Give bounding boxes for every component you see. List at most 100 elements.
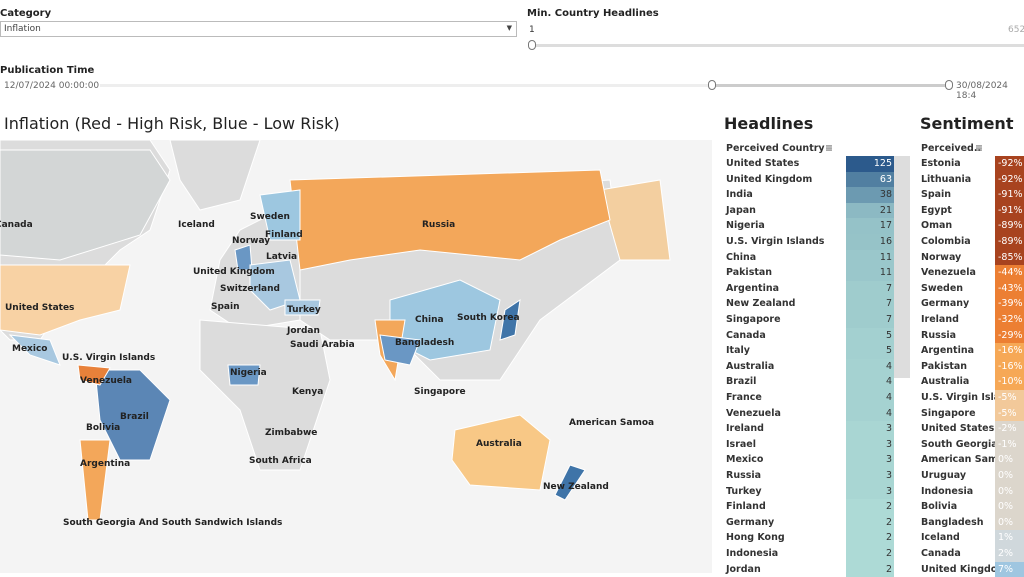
headlines-row-count[interactable]: 3 xyxy=(846,468,894,484)
headlines-row-country[interactable]: Germany xyxy=(726,515,774,531)
sentiment-row-country[interactable]: Egypt xyxy=(921,203,952,219)
headlines-row-count[interactable]: 5 xyxy=(846,327,894,344)
sentiment-column-header[interactable]: Perceived.. xyxy=(921,143,981,154)
headlines-row-count[interactable]: 2 xyxy=(846,514,894,531)
sentiment-row-country[interactable]: United States xyxy=(921,421,994,437)
headlines-row-count[interactable]: 3 xyxy=(846,421,894,437)
sort-icon[interactable]: ≡ xyxy=(975,143,983,154)
headlines-row-country[interactable]: Australia xyxy=(726,359,774,375)
headlines-row-count[interactable]: 17 xyxy=(846,218,894,234)
headlines-row-country[interactable]: United States xyxy=(726,156,799,172)
sentiment-row-value[interactable]: 1% xyxy=(995,530,1024,546)
sentiment-row-value[interactable]: -2% xyxy=(995,421,1024,437)
headlines-row-country[interactable]: Venezuela xyxy=(726,406,781,422)
headlines-row-count[interactable]: 7 xyxy=(846,312,894,328)
headlines-row-count[interactable]: 4 xyxy=(846,390,894,406)
sentiment-row-country[interactable]: Estonia xyxy=(921,156,961,172)
sentiment-row-country[interactable]: Ireland xyxy=(921,312,959,328)
headlines-row-country[interactable]: Jordan xyxy=(726,562,761,577)
scrollbar[interactable] xyxy=(893,156,910,378)
sentiment-row-country[interactable]: Colombia xyxy=(921,234,971,250)
sentiment-row-value[interactable]: -92% xyxy=(995,156,1024,172)
headlines-row-count[interactable]: 3 xyxy=(846,436,894,453)
sentiment-row-value[interactable]: 0% xyxy=(995,452,1024,468)
headlines-row-count[interactable]: 16 xyxy=(846,234,894,250)
headlines-row-count[interactable]: 2 xyxy=(846,530,894,546)
sentiment-row-country[interactable]: Australia xyxy=(921,374,969,390)
headlines-row-count[interactable]: 3 xyxy=(846,452,894,468)
headlines-row-country[interactable]: Argentina xyxy=(726,281,779,297)
headlines-row-country[interactable]: Singapore xyxy=(726,312,781,328)
sentiment-row-value[interactable]: -16% xyxy=(995,358,1024,375)
sentiment-row-country[interactable]: Germany xyxy=(921,296,969,312)
sentiment-row-country[interactable]: Iceland xyxy=(921,530,960,546)
headlines-row-country[interactable]: Israel xyxy=(726,437,756,453)
sentiment-row-country[interactable]: Indonesia xyxy=(921,484,973,500)
sentiment-row-value[interactable]: 0% xyxy=(995,514,1024,531)
sentiment-row-value[interactable]: -16% xyxy=(995,343,1024,359)
sentiment-row-value[interactable]: -10% xyxy=(995,374,1024,390)
headlines-row-country[interactable]: Brazil xyxy=(726,374,756,390)
headlines-row-country[interactable]: Japan xyxy=(726,203,756,219)
sentiment-row-country[interactable]: Norway xyxy=(921,250,961,266)
headlines-row-count[interactable]: 11 xyxy=(846,249,894,266)
headlines-row-country[interactable]: Mexico xyxy=(726,452,763,468)
headlines-row-count[interactable]: 63 xyxy=(846,171,894,188)
headlines-row-country[interactable]: France xyxy=(726,390,762,406)
sentiment-row-country[interactable]: Pakistan xyxy=(921,359,967,375)
headlines-row-count[interactable]: 21 xyxy=(846,202,894,219)
sort-icon[interactable]: ≡ xyxy=(825,143,833,154)
sentiment-row-country[interactable]: Argentina xyxy=(921,343,974,359)
sentiment-row-value[interactable]: -5% xyxy=(995,405,1024,422)
sentiment-row-country[interactable]: Venezuela xyxy=(921,265,976,281)
sentiment-row-country[interactable]: Russia xyxy=(921,328,956,344)
sentiment-row-value[interactable]: -44% xyxy=(995,265,1024,281)
sentiment-row-value[interactable]: 2% xyxy=(995,546,1024,562)
headlines-row-country[interactable]: U.S. Virgin Islands xyxy=(726,234,824,250)
headlines-row-count[interactable]: 2 xyxy=(846,561,894,577)
sentiment-row-value[interactable]: -91% xyxy=(995,187,1024,203)
headlines-row-country[interactable]: India xyxy=(726,187,753,203)
sentiment-row-value[interactable]: 0% xyxy=(995,483,1024,500)
headlines-row-country[interactable]: Finland xyxy=(726,499,766,515)
headlines-row-country[interactable]: Nigeria xyxy=(726,218,765,234)
category-dropdown[interactable]: Inflation ▼ xyxy=(0,21,517,37)
sentiment-row-value[interactable]: 7% xyxy=(995,561,1024,577)
sentiment-row-country[interactable]: Canada xyxy=(921,546,961,562)
sentiment-row-value[interactable]: -5% xyxy=(995,390,1024,406)
world-map[interactable]: Canada Iceland Sweden FinlandNorway Russia Un… xyxy=(0,140,712,573)
sentiment-row-value[interactable]: -39% xyxy=(995,296,1024,312)
headlines-row-country[interactable]: Turkey xyxy=(726,484,762,500)
publication-start-handle[interactable] xyxy=(708,80,716,90)
headlines-row-country[interactable]: Italy xyxy=(726,343,750,359)
headlines-row-count[interactable]: 7 xyxy=(846,280,894,297)
headlines-row-country[interactable]: New Zealand xyxy=(726,296,795,312)
sentiment-row-value[interactable]: -85% xyxy=(995,249,1024,266)
sentiment-row-value[interactable]: -32% xyxy=(995,312,1024,328)
sentiment-row-value[interactable]: -89% xyxy=(995,234,1024,250)
headlines-row-country[interactable]: China xyxy=(726,250,756,266)
headlines-row-count[interactable]: 4 xyxy=(846,358,894,375)
headlines-row-country[interactable]: United Kingdom xyxy=(726,172,812,188)
sentiment-row-value[interactable]: -43% xyxy=(995,280,1024,297)
headlines-column-header[interactable]: Perceived Country xyxy=(726,143,825,154)
publication-end-handle[interactable] xyxy=(945,80,953,90)
headlines-row-count[interactable]: 38 xyxy=(846,187,894,203)
headlines-row-count[interactable]: 11 xyxy=(846,265,894,281)
headlines-row-country[interactable]: Indonesia xyxy=(726,546,778,562)
sentiment-row-country[interactable]: Singapore xyxy=(921,406,976,422)
sentiment-row-country[interactable]: Lithuania xyxy=(921,172,971,188)
sentiment-row-country[interactable]: Bolivia xyxy=(921,499,957,515)
sentiment-row-value[interactable]: -91% xyxy=(995,202,1024,219)
sentiment-row-value[interactable]: -92% xyxy=(995,171,1024,188)
sentiment-row-country[interactable]: Spain xyxy=(921,187,951,203)
headlines-row-country[interactable]: Canada xyxy=(726,328,766,344)
headlines-row-country[interactable]: Hong Kong xyxy=(726,530,785,546)
headlines-row-count[interactable]: 2 xyxy=(846,499,894,515)
headlines-row-country[interactable]: Pakistan xyxy=(726,265,772,281)
headlines-row-country[interactable]: Russia xyxy=(726,468,761,484)
headlines-row-count[interactable]: 125 xyxy=(846,156,894,172)
sentiment-row-country[interactable]: Uruguay xyxy=(921,468,966,484)
headlines-row-count[interactable]: 4 xyxy=(846,405,894,422)
sentiment-row-value[interactable]: -1% xyxy=(995,436,1024,453)
